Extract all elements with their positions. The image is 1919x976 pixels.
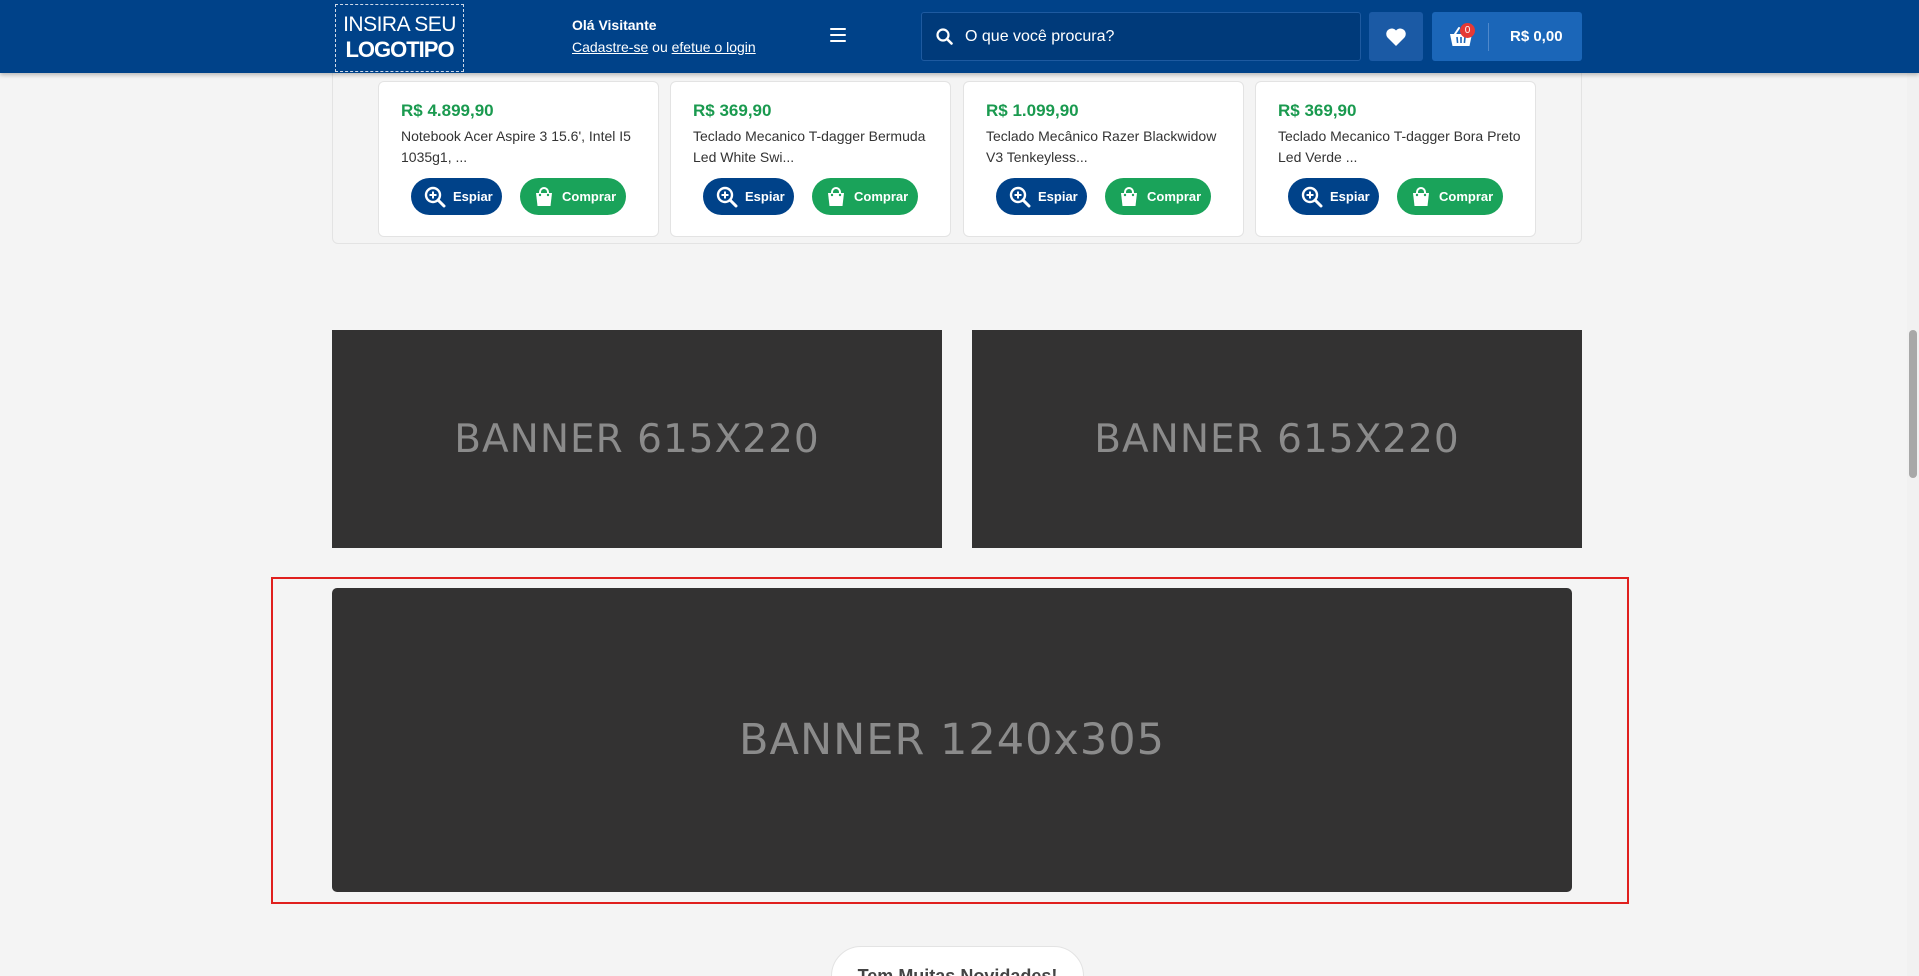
banner-right[interactable]: BANNER 615X220 — [972, 330, 1582, 548]
spy-label: Espiar — [1038, 189, 1078, 204]
product-card[interactable]: R$ 369,90 Teclado Mecanico T-dagger Berm… — [670, 81, 951, 237]
product-card[interactable]: R$ 369,90 Teclado Mecanico T-dagger Bora… — [1255, 81, 1536, 237]
product-card[interactable]: R$ 4.899,90 Notebook Acer Aspire 3 15.6'… — [378, 81, 659, 237]
product-price: R$ 1.099,90 — [986, 101, 1079, 120]
cart-divider — [1488, 22, 1489, 51]
spy-button[interactable]: Espiar — [411, 178, 502, 215]
login-link[interactable]: efetue o login — [672, 39, 756, 55]
logo-line-1: INSIRA SEU — [343, 13, 456, 36]
buy-button[interactable]: Comprar — [812, 178, 918, 215]
product-price: R$ 369,90 — [1278, 101, 1357, 120]
search-icon[interactable] — [936, 28, 953, 45]
product-name[interactable]: Teclado Mecanico T-dagger Bora Preto Led… — [1278, 126, 1522, 168]
banner-left[interactable]: BANNER 615X220 — [332, 330, 942, 548]
zoom-in-icon — [716, 186, 738, 207]
buy-button[interactable]: Comprar — [1397, 178, 1503, 215]
site-header: INSIRA SEU LOGOTIPO Olá Visitante Cadast… — [0, 0, 1919, 73]
logo-line-2: LOGOTIPO — [345, 37, 454, 62]
logo[interactable]: INSIRA SEU LOGOTIPO — [335, 4, 464, 72]
shopping-bag-icon — [828, 186, 844, 206]
buy-label: Comprar — [1439, 189, 1494, 204]
banner-wide[interactable]: BANNER 1240x305 — [332, 588, 1572, 892]
register-link[interactable]: Cadastre-se — [572, 39, 648, 55]
spy-label: Espiar — [453, 189, 493, 204]
menu-hamburger-icon[interactable] — [830, 28, 846, 42]
heart-icon — [1386, 27, 1406, 46]
product-card[interactable]: R$ 1.099,90 Teclado Mecânico Razer Black… — [963, 81, 1244, 237]
shopping-bag-icon — [1413, 186, 1429, 206]
buy-label: Comprar — [1147, 189, 1202, 204]
spy-button[interactable]: Espiar — [703, 178, 794, 215]
product-name[interactable]: Notebook Acer Aspire 3 15.6', Intel I5 1… — [401, 126, 645, 168]
cart-button[interactable]: 0 R$ 0,00 — [1432, 12, 1582, 61]
buy-label: Comprar — [854, 189, 909, 204]
buy-button[interactable]: Comprar — [520, 178, 626, 215]
page-scrollbar[interactable] — [1907, 0, 1919, 976]
spy-label: Espiar — [1330, 189, 1370, 204]
zoom-in-icon — [1009, 186, 1031, 207]
favorites-button[interactable] — [1369, 12, 1423, 61]
greeting-text: Olá Visitante — [572, 17, 657, 33]
buy-button[interactable]: Comprar — [1105, 178, 1211, 215]
basket-icon: 0 — [1446, 22, 1476, 52]
welcome-block: Olá Visitante Cadastre-se ou efetue o lo… — [572, 17, 756, 55]
zoom-in-icon — [424, 186, 446, 207]
or-text: ou — [648, 39, 672, 55]
product-name[interactable]: Teclado Mecânico Razer Blackwidow V3 Ten… — [986, 126, 1230, 168]
product-price: R$ 4.899,90 — [401, 101, 494, 120]
scrollbar-thumb[interactable] — [1909, 330, 1917, 478]
spy-button[interactable]: Espiar — [1288, 178, 1379, 215]
product-price: R$ 369,90 — [693, 101, 772, 120]
search-input[interactable] — [965, 27, 1325, 46]
search-bar — [921, 12, 1361, 61]
cart-count-badge: 0 — [1460, 22, 1475, 38]
spy-button[interactable]: Espiar — [996, 178, 1087, 215]
shopping-bag-icon — [1121, 186, 1137, 206]
news-section-tab: Tem Muitas Novidades! — [831, 946, 1084, 976]
zoom-in-icon — [1301, 186, 1323, 207]
shopping-bag-icon — [536, 186, 552, 206]
buy-label: Comprar — [562, 189, 617, 204]
spy-label: Espiar — [745, 189, 785, 204]
product-name[interactable]: Teclado Mecanico T-dagger Bermuda Led Wh… — [693, 126, 937, 168]
cart-total: R$ 0,00 — [1510, 28, 1563, 45]
